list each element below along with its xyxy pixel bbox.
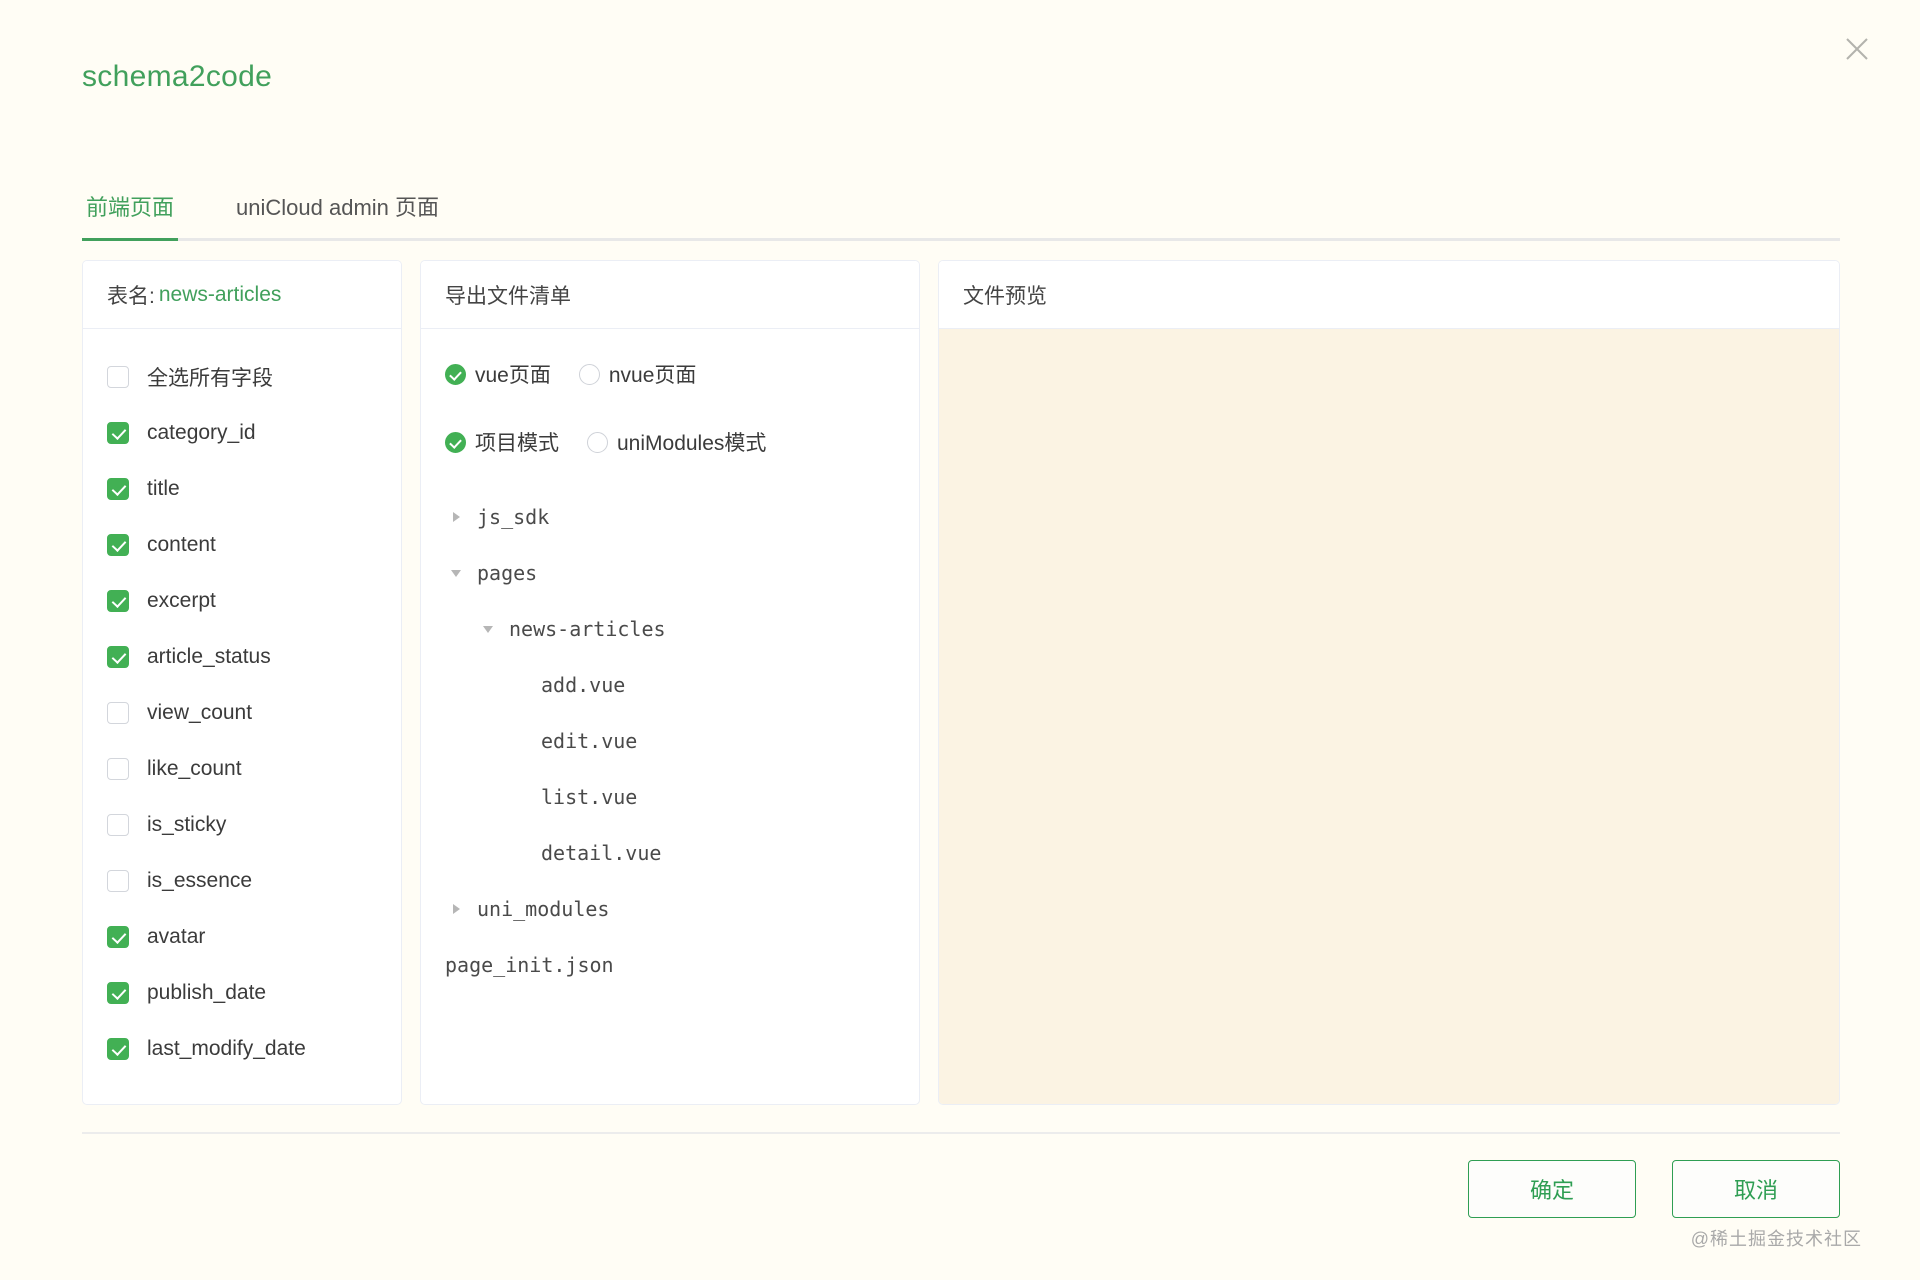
chevron-down-icon[interactable] xyxy=(477,626,499,633)
checkbox-checked-icon xyxy=(107,982,129,1004)
checkbox-label: avatar xyxy=(147,925,205,949)
checkbox-box-icon xyxy=(107,814,129,836)
radio-project-mode[interactable]: 项目模式 xyxy=(445,427,559,457)
tree-node-label: add.vue xyxy=(541,673,625,697)
radio-nvue-page[interactable]: nvue页面 xyxy=(579,359,697,389)
export-panel-body: vue页面 nvue页面 项目模式 uniModules模式 xyxy=(421,329,919,1104)
fields-panel-header: 表名: news-articles xyxy=(83,261,401,329)
radio-selected-icon xyxy=(445,364,466,385)
checkbox-box-icon xyxy=(107,702,129,724)
preview-content-area[interactable] xyxy=(939,329,1839,1104)
tree-node-file[interactable]: add.vue xyxy=(445,657,895,713)
checkbox-field[interactable]: avatar xyxy=(107,909,377,965)
radio-unimodules-mode[interactable]: uniModules模式 xyxy=(587,427,766,457)
tree-node-label: uni_modules xyxy=(477,897,609,921)
checkbox-field[interactable]: view_count xyxy=(107,685,377,741)
checkbox-label: 全选所有字段 xyxy=(147,362,273,392)
file-tree: js_sdk pages news-articles add.vue xyxy=(445,489,895,993)
checkbox-field[interactable]: article_status xyxy=(107,629,377,685)
radio-group-page-type: vue页面 nvue页面 xyxy=(445,353,895,395)
tree-node-label: detail.vue xyxy=(541,841,661,865)
checkbox-label: is_essence xyxy=(147,869,252,893)
checkbox-label: is_sticky xyxy=(147,813,226,837)
checkbox-checked-icon xyxy=(107,646,129,668)
checkbox-field[interactable]: publish_date xyxy=(107,965,377,1021)
page-title: schema2code xyxy=(82,60,272,94)
chevron-down-icon[interactable] xyxy=(445,570,467,577)
table-name-value: news-articles xyxy=(159,283,282,307)
close-icon[interactable] xyxy=(1836,28,1878,70)
table-name-label: 表名: xyxy=(107,280,155,310)
preview-panel-header: 文件预览 xyxy=(939,261,1839,329)
checkbox-label: content xyxy=(147,533,216,557)
tree-node-news-articles[interactable]: news-articles xyxy=(445,601,895,657)
checkbox-checked-icon xyxy=(107,422,129,444)
confirm-button[interactable]: 确定 xyxy=(1468,1160,1636,1218)
tree-node-file[interactable]: detail.vue xyxy=(445,825,895,881)
chevron-right-icon[interactable] xyxy=(445,904,467,914)
fields-panel: 表名: news-articles 全选所有字段 category_id tit… xyxy=(82,260,402,1105)
tab-unicloud-admin-pages[interactable]: uniCloud admin 页面 xyxy=(232,190,443,238)
checkbox-label: publish_date xyxy=(147,981,266,1005)
checkbox-label: view_count xyxy=(147,701,252,725)
checkbox-field[interactable]: last_modify_date xyxy=(107,1021,377,1077)
tree-node-label: js_sdk xyxy=(477,505,549,529)
tab-frontend-pages[interactable]: 前端页面 xyxy=(82,190,178,238)
checkbox-field[interactable]: content xyxy=(107,517,377,573)
tab-bar: 前端页面 uniCloud admin 页面 xyxy=(82,185,1840,241)
tree-node-label: news-articles xyxy=(509,617,666,641)
tree-node-pages[interactable]: pages xyxy=(445,545,895,601)
radio-label: uniModules模式 xyxy=(617,427,766,457)
tree-node-file[interactable]: list.vue xyxy=(445,769,895,825)
checkbox-checked-icon xyxy=(107,534,129,556)
checkbox-checked-icon xyxy=(107,1038,129,1060)
tree-node-label: list.vue xyxy=(541,785,637,809)
panels-row: 表名: news-articles 全选所有字段 category_id tit… xyxy=(82,260,1840,1105)
checkbox-field[interactable]: title xyxy=(107,461,377,517)
checkbox-checked-icon xyxy=(107,590,129,612)
checkbox-label: excerpt xyxy=(147,589,216,613)
checkbox-checked-icon xyxy=(107,926,129,948)
radio-label: vue页面 xyxy=(475,359,551,389)
checkbox-checked-icon xyxy=(107,478,129,500)
radio-unselected-icon xyxy=(579,364,600,385)
radio-label: nvue页面 xyxy=(609,359,697,389)
tree-node-label: pages xyxy=(477,561,537,585)
checkbox-field[interactable]: excerpt xyxy=(107,573,377,629)
radio-unselected-icon xyxy=(587,432,608,453)
dialog-footer: 确定 取消 xyxy=(82,1132,1840,1218)
checkbox-field[interactable]: like_count xyxy=(107,741,377,797)
checkbox-box-icon xyxy=(107,870,129,892)
checkbox-label: title xyxy=(147,477,180,501)
checkbox-select-all[interactable]: 全选所有字段 xyxy=(107,349,377,405)
radio-selected-icon xyxy=(445,432,466,453)
tree-node-label: edit.vue xyxy=(541,729,637,753)
watermark: @稀土掘金技术社区 xyxy=(1691,1225,1862,1251)
checkbox-label: category_id xyxy=(147,421,256,445)
tree-node-page-init-json[interactable]: page_init.json xyxy=(445,937,895,993)
preview-panel: 文件预览 xyxy=(938,260,1840,1105)
checkbox-field[interactable]: category_id xyxy=(107,405,377,461)
radio-group-mode: 项目模式 uniModules模式 xyxy=(445,421,895,463)
radio-label: 项目模式 xyxy=(475,427,559,457)
checkbox-label: article_status xyxy=(147,645,271,669)
radio-vue-page[interactable]: vue页面 xyxy=(445,359,551,389)
tree-node-file[interactable]: edit.vue xyxy=(445,713,895,769)
checkbox-label: like_count xyxy=(147,757,242,781)
export-panel: 导出文件清单 vue页面 nvue页面 项目模式 xyxy=(420,260,920,1105)
chevron-right-icon[interactable] xyxy=(445,512,467,522)
tree-node-js-sdk[interactable]: js_sdk xyxy=(445,489,895,545)
tree-node-uni-modules[interactable]: uni_modules xyxy=(445,881,895,937)
cancel-button[interactable]: 取消 xyxy=(1672,1160,1840,1218)
checkbox-field[interactable]: is_sticky xyxy=(107,797,377,853)
checkbox-field[interactable]: is_essence xyxy=(107,853,377,909)
checkbox-box-icon xyxy=(107,366,129,388)
checkbox-label: last_modify_date xyxy=(147,1037,306,1061)
fields-list: 全选所有字段 category_id title content excerpt xyxy=(83,329,401,1104)
export-panel-header: 导出文件清单 xyxy=(421,261,919,329)
tree-node-label: page_init.json xyxy=(445,953,614,977)
schema2code-dialog: schema2code 前端页面 uniCloud admin 页面 表名: n… xyxy=(0,0,1920,1280)
checkbox-box-icon xyxy=(107,758,129,780)
